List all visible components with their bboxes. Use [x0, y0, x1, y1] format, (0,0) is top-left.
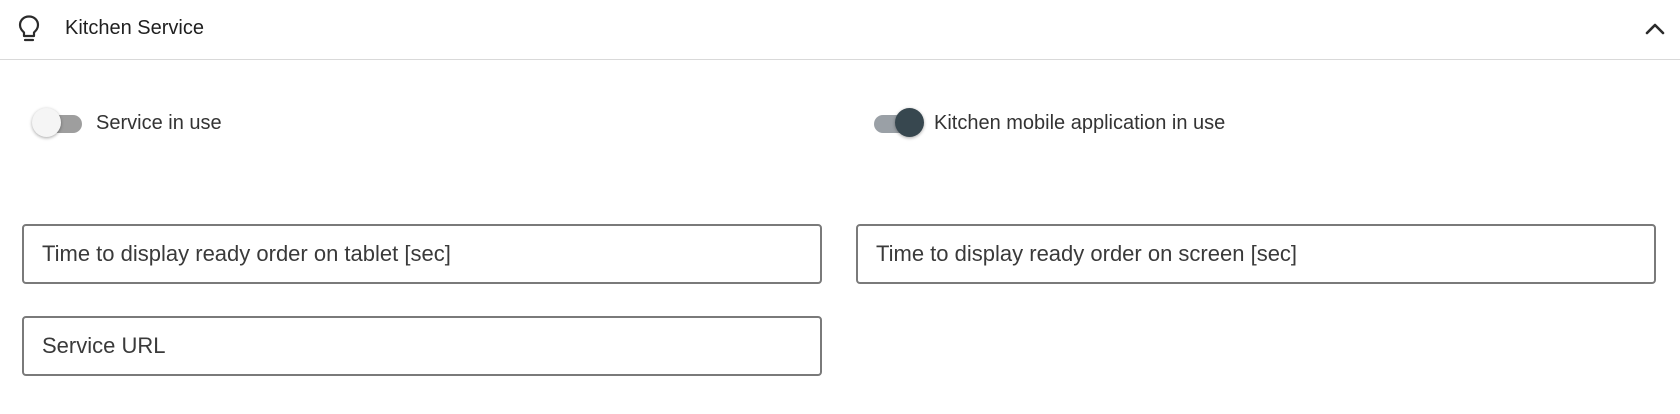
toggle-knob	[32, 108, 61, 137]
service-in-use-toggle[interactable]	[32, 108, 84, 138]
toggle-knob	[895, 108, 924, 137]
kitchen-service-panel: Kitchen Service Service in use Kitchen m…	[0, 0, 1680, 414]
service-url-input[interactable]	[24, 318, 820, 374]
service-in-use-row: Service in use	[32, 108, 222, 138]
section-title: Kitchen Service	[65, 17, 204, 39]
kitchen-mobile-app-row: Kitchen mobile application in use	[870, 108, 1225, 138]
lightbulb-icon	[16, 14, 42, 44]
tablet-display-time-field	[22, 224, 822, 284]
screen-display-time-input[interactable]	[858, 226, 1654, 282]
service-in-use-label: Service in use	[96, 111, 222, 134]
screen-display-time-field	[856, 224, 1656, 284]
tablet-display-time-input[interactable]	[24, 226, 820, 282]
chevron-up-icon[interactable]	[1640, 14, 1670, 44]
section-header[interactable]: Kitchen Service	[0, 0, 1680, 60]
kitchen-mobile-app-label: Kitchen mobile application in use	[934, 111, 1226, 134]
kitchen-mobile-app-toggle[interactable]	[870, 108, 924, 138]
service-url-field	[22, 316, 822, 376]
